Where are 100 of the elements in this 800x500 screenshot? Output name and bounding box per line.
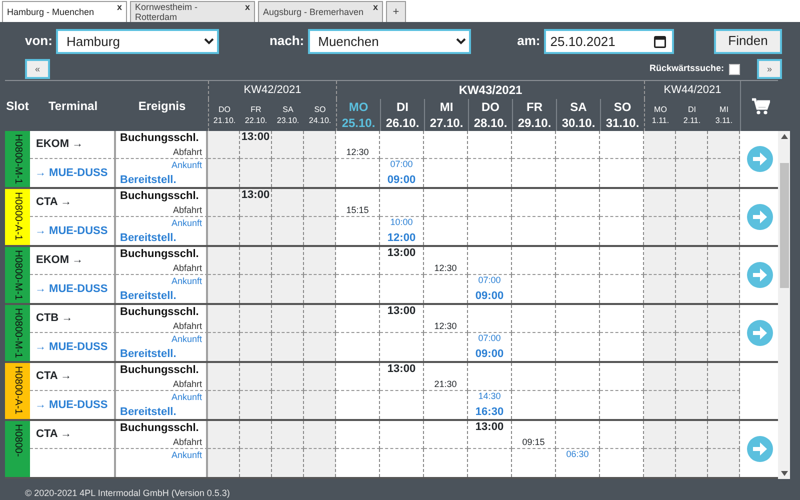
close-button[interactable]: x xyxy=(244,2,250,12)
time-text: 14:30 xyxy=(478,391,501,402)
event-label: Bereitstell. xyxy=(120,231,176,245)
tab-label[interactable]: Kornwestheim - Rotterdam xyxy=(135,2,241,22)
to-label: nach: xyxy=(269,32,304,50)
slot-cell: H0800-M-1 xyxy=(5,131,30,187)
event-label: Abfahrt xyxy=(172,204,202,216)
weekday-label: FR xyxy=(526,100,542,114)
destination-link[interactable]: → MUE-DUSS xyxy=(35,222,108,240)
time-text: 13:00 xyxy=(241,189,270,202)
from-select[interactable]: Hamburg xyxy=(56,28,220,54)
slot-cell: H0800-A-1 xyxy=(5,363,30,419)
weekday-label: SO xyxy=(314,104,326,114)
event-label: Buchungsschl. xyxy=(120,247,199,261)
tab-label[interactable]: Hamburg - Muenchen xyxy=(7,7,94,17)
find-button[interactable]: Finden xyxy=(714,28,782,54)
origin-terminal: EKOM → xyxy=(36,137,84,152)
column-header: Ereignis xyxy=(137,98,187,115)
next-arrow-button[interactable] xyxy=(747,204,773,230)
time-text: 13:00 xyxy=(387,363,416,376)
next-arrow-button[interactable] xyxy=(747,146,773,172)
event-label: Abfahrt xyxy=(172,262,202,274)
backward-search-checkbox[interactable] xyxy=(729,64,740,74)
weekday-label: DO xyxy=(218,104,230,114)
next-arrow-button[interactable] xyxy=(747,262,773,288)
event-label: Ankunft xyxy=(171,159,202,171)
scroll-down-icon[interactable] xyxy=(780,471,788,476)
date-label: 1.11. xyxy=(652,116,670,126)
date-label: 23.10. xyxy=(276,116,300,126)
time-text: 09:00 xyxy=(475,290,504,303)
time-text: 07:00 xyxy=(478,275,501,286)
time-text: 07:00 xyxy=(478,333,501,344)
time-text: 09:00 xyxy=(387,174,416,187)
slot-cell: H0800- xyxy=(5,421,30,477)
week-label: KW44/2021 xyxy=(664,82,722,98)
time-text: 13:00 xyxy=(241,131,270,144)
date-label: 26.10. xyxy=(386,116,420,130)
scrollbar[interactable] xyxy=(778,131,790,479)
new-tab-button[interactable]: + xyxy=(386,1,406,22)
cart-icon[interactable] xyxy=(752,98,770,114)
origin-terminal: CTA → xyxy=(36,369,72,384)
date-label: 22.10. xyxy=(244,116,268,126)
time-text: 09:00 xyxy=(475,348,504,361)
date-label: 31.10. xyxy=(606,116,640,130)
week-label: KW42/2021 xyxy=(244,82,302,98)
event-label: Ankunft xyxy=(171,449,202,461)
origin-terminal: CTA → xyxy=(36,427,72,442)
time-text: 21:30 xyxy=(434,379,457,390)
weekday-label: MO xyxy=(654,104,667,114)
time-text: 16:30 xyxy=(475,406,504,419)
slot-cell: H0800-A-1 xyxy=(5,189,30,245)
origin-terminal: EKOM → xyxy=(36,253,84,268)
tab-label[interactable]: Augsburg - Bremerhaven xyxy=(263,7,364,17)
route-tab[interactable]: Kornwestheim - Rotterdam x xyxy=(130,1,255,22)
origin-terminal: CTB → xyxy=(36,311,73,326)
time-text: 12:30 xyxy=(434,263,457,274)
column-header: Terminal xyxy=(47,98,99,115)
time-text: 09:15 xyxy=(522,437,545,448)
destination-link[interactable]: → MUE-DUSS xyxy=(35,396,108,414)
time-text: 06:30 xyxy=(566,449,589,460)
next-arrow-button[interactable] xyxy=(747,320,773,346)
destination-link[interactable]: → MUE-DUSS xyxy=(35,280,108,298)
previous-button[interactable]: « xyxy=(25,59,50,79)
destination-link[interactable]: → MUE-DUSS xyxy=(35,338,108,356)
weekday-label: FR xyxy=(250,104,262,114)
event-label: Abfahrt xyxy=(172,436,202,448)
date-label: 29.10. xyxy=(518,116,552,130)
time-text: 13:00 xyxy=(475,421,504,434)
event-label: Buchungsschl. xyxy=(120,305,199,319)
date-label: 30.10. xyxy=(562,116,596,130)
time-text: 12:30 xyxy=(346,147,369,158)
weekday-label: SO xyxy=(614,100,632,114)
copyright-text: © 2020-2021 4PL Intermodal GmbH (Version 0.5.3) xyxy=(24,487,231,500)
event-label: Ankunft xyxy=(171,333,202,345)
event-label: Bereitstell. xyxy=(120,173,176,187)
event-label: Buchungsschl. xyxy=(120,421,199,435)
event-label: Bereitstell. xyxy=(120,347,176,361)
event-label: Bereitstell. xyxy=(120,405,176,419)
weekday-label: MO xyxy=(348,100,368,114)
close-button[interactable]: x xyxy=(116,2,122,12)
next-button[interactable]: » xyxy=(757,59,782,79)
time-text: 10:00 xyxy=(390,217,413,228)
calendar-icon[interactable] xyxy=(654,34,666,48)
scrollbar-thumb[interactable] xyxy=(780,162,789,288)
from-label: von: xyxy=(25,32,52,50)
scroll-up-icon[interactable] xyxy=(780,134,788,139)
event-label: Buchungsschl. xyxy=(120,363,199,377)
destination-link[interactable]: → MUE-DUSS xyxy=(35,164,108,182)
route-tab[interactable]: Augsburg - Bremerhaven x xyxy=(258,1,383,22)
time-text: 13:00 xyxy=(387,247,416,260)
route-tab[interactable]: Hamburg - Muenchen x xyxy=(2,1,127,22)
event-label: Buchungsschl. xyxy=(120,189,199,203)
next-arrow-button[interactable] xyxy=(747,436,773,462)
weekday-label: MI xyxy=(720,104,728,114)
to-select[interactable]: Muenchen xyxy=(308,28,472,54)
time-text: 12:30 xyxy=(434,321,457,332)
event-label: Abfahrt xyxy=(172,146,202,158)
date-field[interactable]: 25.10.2021 xyxy=(544,28,674,54)
time-text: 13:00 xyxy=(387,305,416,318)
close-button[interactable]: x xyxy=(372,2,378,12)
